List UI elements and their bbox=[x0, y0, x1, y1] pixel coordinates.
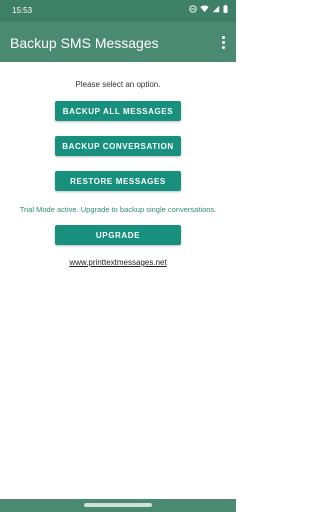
home-gesture-handle[interactable] bbox=[84, 503, 152, 507]
backup-all-messages-button[interactable]: BACKUP ALL MESSAGES bbox=[55, 101, 181, 121]
status-icons bbox=[189, 5, 228, 13]
app-title: Backup SMS Messages bbox=[10, 35, 159, 51]
navigation-bar bbox=[0, 499, 236, 512]
battery-icon bbox=[223, 5, 228, 13]
website-link[interactable]: www.printtextmessages.net bbox=[0, 258, 236, 267]
backup-conversation-button[interactable]: BACKUP CONVERSATION bbox=[55, 136, 181, 156]
select-option-prompt: Please select an option. bbox=[75, 80, 161, 89]
trial-mode-notice: Trial Mode active. Upgrade to backup sin… bbox=[19, 205, 217, 214]
status-time: 15:53 bbox=[12, 6, 33, 15]
restore-messages-button[interactable]: RESTORE MESSAGES bbox=[55, 171, 181, 191]
overflow-menu-icon[interactable] bbox=[218, 36, 228, 50]
status-bar: 15:53 bbox=[0, 0, 236, 22]
do-not-disturb-icon bbox=[189, 5, 197, 13]
wifi-icon bbox=[200, 5, 209, 12]
upgrade-button[interactable]: UPGRADE bbox=[55, 225, 181, 245]
signal-icon bbox=[212, 5, 220, 13]
app-bar: Backup SMS Messages bbox=[0, 22, 236, 62]
